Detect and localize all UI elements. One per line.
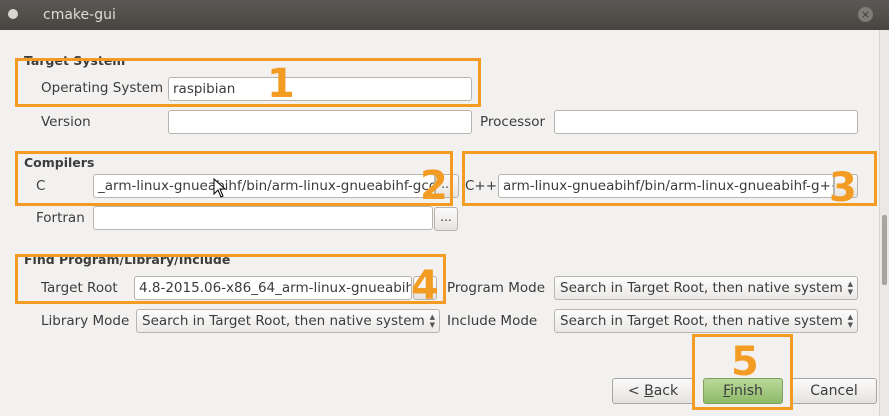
fortran-compiler-label: Fortran	[36, 210, 85, 226]
program-mode-select[interactable]: Search in Target Root, then native syste…	[554, 276, 858, 300]
version-label: Version	[41, 114, 91, 130]
library-mode-value: Search in Target Root, then native syste…	[142, 313, 425, 329]
program-mode-label: Program Mode	[447, 280, 546, 296]
program-mode-value: Search in Target Root, then native syste…	[560, 280, 843, 296]
back-label: ack	[653, 383, 679, 399]
library-mode-select[interactable]: Search in Target Root, then native syste…	[136, 309, 440, 333]
cancel-button[interactable]: Cancel	[791, 378, 877, 404]
spin-arrows-icon: ▲ ▼	[847, 280, 853, 296]
library-mode-label: Library Mode	[41, 313, 130, 329]
annotation-number-2: 2	[420, 163, 448, 209]
spin-arrows-icon: ▲ ▼	[847, 313, 853, 329]
spin-arrows-icon: ▲ ▼	[429, 313, 435, 329]
processor-input[interactable]	[554, 110, 858, 134]
include-mode-label: Include Mode	[447, 313, 538, 329]
annotation-number-5: 5	[731, 339, 759, 385]
include-mode-select[interactable]: Search in Target Root, then native syste…	[554, 309, 858, 333]
include-mode-value: Search in Target Root, then native syste…	[560, 313, 843, 329]
back-prefix: <	[627, 383, 645, 399]
processor-label: Processor	[480, 114, 546, 130]
title-bar: cmake-gui ×	[0, 0, 889, 30]
scrollbar-thumb[interactable]	[882, 215, 887, 285]
scrollbar[interactable]	[879, 30, 889, 416]
fortran-compiler-browse-button[interactable]: ...	[434, 207, 458, 231]
annotation-number-4: 4	[411, 263, 439, 309]
annotation-box-2	[15, 151, 453, 206]
version-input[interactable]	[168, 110, 472, 134]
annotation-box-4	[15, 254, 446, 304]
annotation-box-1	[15, 58, 481, 107]
window-menu-icon[interactable]	[8, 9, 18, 19]
annotation-box-3	[462, 151, 877, 206]
annotation-number-1: 1	[267, 61, 295, 107]
fortran-compiler-input[interactable]	[93, 206, 433, 230]
back-mnemonic: B	[644, 383, 654, 399]
annotation-number-3: 3	[829, 165, 857, 211]
window-title: cmake-gui	[43, 7, 116, 23]
close-icon[interactable]: ×	[858, 7, 873, 22]
back-button[interactable]: < Back	[612, 378, 694, 404]
